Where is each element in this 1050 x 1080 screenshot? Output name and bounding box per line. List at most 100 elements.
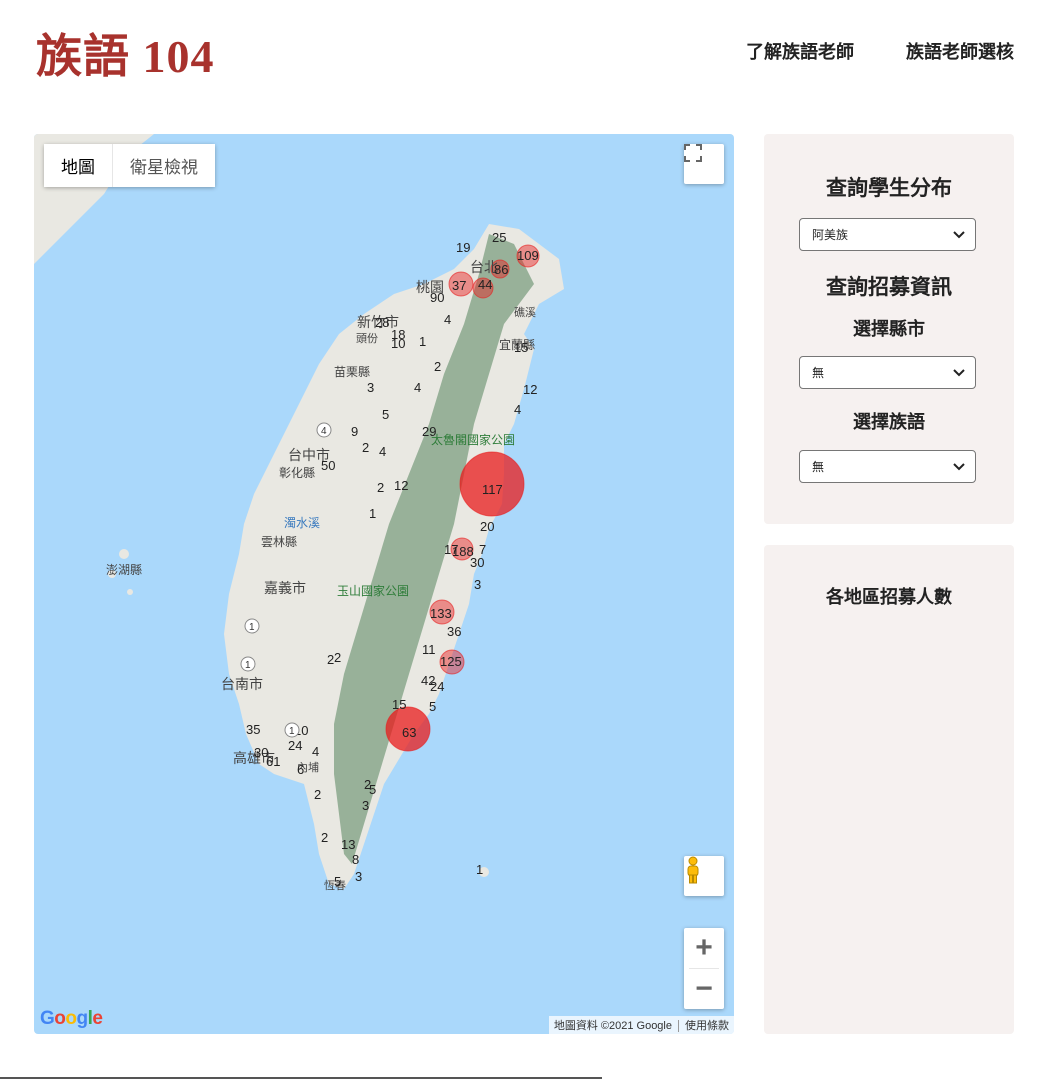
cluster-count: 13 [341,837,355,852]
cluster-count: 28 [375,315,389,330]
cluster-count: 2 [334,650,341,665]
map-data-credit: 地圖資料 ©2021 Google [553,1020,672,1032]
nav-teacher-selection[interactable]: 族語老師選核 [906,38,1014,64]
cluster-count: 2 [321,830,328,845]
cluster-count: 4 [414,380,421,395]
penghu-island [127,589,133,595]
cluster-count: 5 [382,407,389,422]
region-count-title: 各地區招募人數 [826,587,952,607]
cluster-count: 86 [494,262,508,277]
cluster-count: 117 [482,482,503,497]
road-badge-label: 4 [321,426,327,437]
cluster-count: 5 [369,782,376,797]
cluster-count: 25 [492,230,506,245]
cluster-count: 15 [514,340,528,355]
map-type-satellite-button[interactable]: 衛星檢視 [112,144,215,187]
language-select-value: 無 [812,460,825,474]
cluster-count: 109 [517,248,539,263]
cluster-count: 7 [479,542,486,557]
footer-divider [0,1077,602,1079]
fullscreen-button[interactable] [684,144,724,184]
cluster-count: 188 [452,544,474,559]
cluster-count: 12 [523,382,537,397]
cluster-count: 37 [452,278,466,293]
place-label: 澎湖縣 [106,562,142,577]
cluster-count: 1 [476,862,483,877]
county-label: 選擇縣市 [853,319,925,339]
zoom-control: + − [684,928,724,1009]
cluster-count: 19 [456,240,470,255]
cluster-count: 4 [514,402,521,417]
cluster-count: 90 [430,290,444,305]
cluster-count: 3 [355,869,362,884]
county-select[interactable]: 無 [799,356,976,389]
query-panel: 查詢學生分布 阿美族 查詢招募資訊 選擇縣市 無 選擇族語 無 [764,134,1014,524]
cluster-count: 4 [379,444,386,459]
google-logo[interactable]: Google [40,1008,103,1030]
place-label: 雲林縣 [261,535,297,549]
cluster-count: 2 [434,359,441,374]
language-select[interactable]: 無 [799,450,976,483]
terms-of-use-link[interactable]: 使用條款 [678,1020,729,1032]
place-label: 嘉義市 [264,580,306,596]
fullscreen-icon [684,144,702,162]
place-label: 礁溪 [514,305,536,319]
place-label: 玉山國家公園 [337,583,409,598]
cluster-count: 2 [377,480,384,495]
road-badge-label: 1 [289,726,295,737]
cluster-count: 1 [419,334,426,349]
cluster-count: 63 [402,725,416,740]
language-label: 選擇族語 [853,412,925,432]
cluster-count: 44 [478,277,492,292]
tribe-select-value: 阿美族 [812,228,849,242]
tribe-select[interactable]: 阿美族 [799,218,976,251]
top-nav: 了解族語老師 族語老師選核 [746,38,1014,64]
chevron-down-icon [953,462,965,470]
region-count-panel: 各地區招募人數 [764,545,1014,1034]
cluster-count: 6 [297,762,304,777]
county-select-value: 無 [812,366,825,380]
cluster-count: 35 [246,722,260,737]
cluster-count: 12 [394,478,408,493]
cluster-count: 2 [362,440,369,455]
cluster-count: 3 [474,577,481,592]
cluster-count: 125 [440,654,462,669]
cluster-count: 11 [422,642,436,657]
cluster-count: 20 [480,519,494,534]
place-label: 台南市 [221,676,263,692]
place-label: 頭份 [356,332,378,345]
cluster-count: 3 [367,380,374,395]
nav-about-teachers[interactable]: 了解族語老師 [746,38,854,64]
cluster-count: 8 [352,852,359,867]
cluster-count: 24 [288,738,302,753]
road-badge-label: 1 [249,622,255,633]
zoom-out-button[interactable]: − [684,969,724,1009]
cluster-count: 9 [351,424,358,439]
place-label: 濁水溪 [284,516,320,530]
map-attribution: 地圖資料 ©2021 Google 使用條款 [548,1016,734,1034]
cluster-count: 133 [430,606,452,621]
penghu-island [119,549,129,559]
cluster-count: 4 [312,744,319,759]
pegman-icon [687,856,699,884]
cluster-count: 24 [430,679,444,694]
cluster-count: 4 [444,312,451,327]
road-badge-label: 1 [245,660,251,671]
cluster-count: 29 [422,424,436,439]
cluster-count: 3 [362,798,369,813]
place-label: 彰化縣 [279,465,315,480]
cluster-count: 15 [392,697,406,712]
place-label: 太魯閣國家公園 [431,432,515,447]
brand-title[interactable]: 族語 104 [36,20,215,86]
map-canvas[interactable]: 台北 桃園 新竹市 頭份 苗栗縣 宜蘭縣 礁溪 台中市 彰化縣 雲林縣 濁水溪 … [34,134,734,1034]
zoom-in-button[interactable]: + [684,928,724,968]
cluster-count: 5 [334,874,341,889]
cluster-count: 50 [321,458,335,473]
street-view-pegman[interactable] [684,856,724,896]
map-view[interactable]: 台北 桃園 新竹市 頭份 苗栗縣 宜蘭縣 礁溪 台中市 彰化縣 雲林縣 濁水溪 … [34,134,734,1034]
query-students-title: 查詢學生分布 [826,177,952,200]
cluster-count: 10 [391,336,405,351]
chevron-down-icon [953,368,965,376]
cluster-count: 1 [369,506,376,521]
map-type-map-button[interactable]: 地圖 [44,144,112,187]
